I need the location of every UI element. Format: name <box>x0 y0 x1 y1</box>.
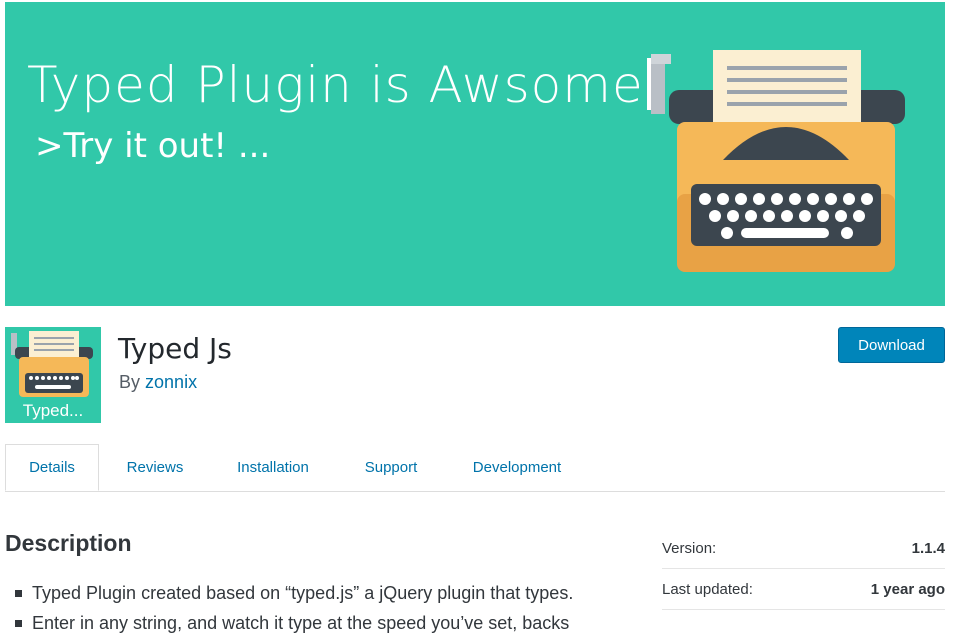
banner-headline-text: Typed Plugin is Awsome <box>27 56 644 114</box>
banner-tagline: >Try it out! ... <box>35 126 271 166</box>
author-link[interactable]: zonnix <box>145 372 197 392</box>
plugin-icon-label: Typed... <box>22 401 84 420</box>
tab-support[interactable]: Support <box>347 444 435 491</box>
plugin-tabs: Details Reviews Installation Support Dev… <box>5 444 945 492</box>
list-item: Typed Plugin created based on “typed.js”… <box>15 578 573 608</box>
plugin-banner: Typed Plugin is Awsome >Try it out! ... <box>5 2 945 306</box>
plugin-title: Typed Js <box>118 332 232 365</box>
plugin-meta: Version: 1.1.4 Last updated: 1 year ago <box>662 528 945 610</box>
list-item: Enter in any string, and watch it type a… <box>15 608 573 638</box>
tabs-divider <box>5 491 945 492</box>
plugin-icon: Typed... <box>5 327 101 423</box>
meta-label: Version: <box>662 539 717 557</box>
banner-headline: Typed Plugin is Awsome <box>27 56 654 114</box>
tab-development[interactable]: Development <box>457 444 577 491</box>
meta-label: Last updated: <box>662 580 753 598</box>
author-prefix: By <box>119 372 141 392</box>
plugin-author: By zonnix <box>119 372 197 393</box>
tab-installation[interactable]: Installation <box>221 444 325 491</box>
description-list: Typed Plugin created based on “typed.js”… <box>15 578 573 638</box>
description-heading: Description <box>5 530 132 556</box>
meta-value: 1 year ago <box>870 580 945 598</box>
download-button[interactable]: Download <box>838 327 945 363</box>
meta-value: 1.1.4 <box>911 539 945 557</box>
meta-row-version: Version: 1.1.4 <box>662 528 945 569</box>
typewriter-illustration <box>651 50 905 272</box>
tab-details[interactable]: Details <box>5 444 99 491</box>
tab-reviews[interactable]: Reviews <box>113 444 197 491</box>
meta-row-last-updated: Last updated: 1 year ago <box>662 569 945 610</box>
